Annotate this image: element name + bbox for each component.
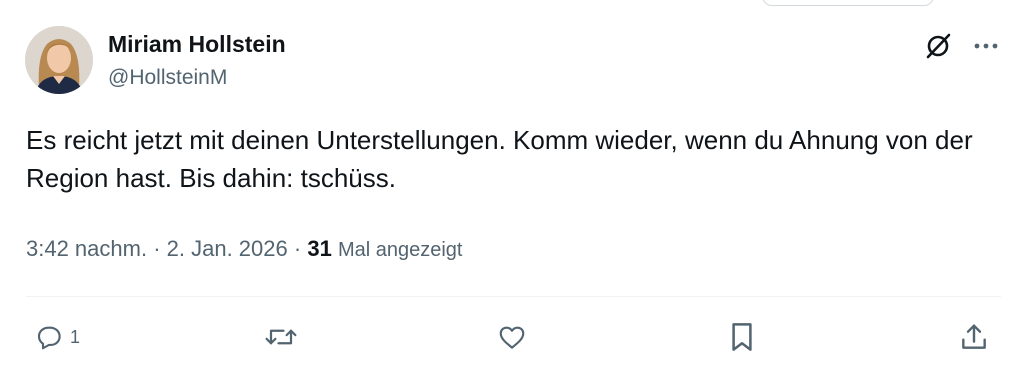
top-pill-button[interactable] [762,0,934,6]
retweet-button[interactable] [264,316,298,358]
author-name[interactable]: Miriam Hollstein [108,30,286,58]
meta-separator: · [153,236,161,261]
more-options-icon[interactable] [968,28,1004,64]
share-icon [962,324,986,349]
views-label: Mal angezeigt [337,239,463,261]
author-handle[interactable]: @HollsteinM [108,64,227,92]
ellipsis-icon [974,43,998,49]
reply-icon [37,326,61,350]
share-button[interactable] [958,316,990,358]
like-icon [499,326,525,349]
tweet-date[interactable]: 2. Jan. 2026 [167,236,288,261]
bookmark-icon [732,323,752,351]
divider [26,296,1001,297]
avatar-image [25,26,93,94]
grok-icon-glyph [926,33,951,59]
reply-button[interactable]: 1 [34,316,80,358]
tweet-time[interactable]: 3:42 nachm. [26,236,147,261]
bookmark-button[interactable] [728,316,756,358]
tweet-meta: 3:42 nachm. · 2. Jan. 2026 · 31 Mal ange… [26,234,462,265]
action-bar: 1 [0,312,1024,362]
meta-separator-2: · [293,236,302,261]
reply-count: 1 [70,326,81,347]
retweet-icon [265,329,297,345]
grok-icon[interactable] [920,28,956,64]
view-count: 31 [307,236,332,261]
tweet-text: Es reicht jetzt mit deinen Unterstellung… [26,125,973,193]
like-button[interactable] [496,316,528,358]
avatar[interactable] [25,26,93,94]
